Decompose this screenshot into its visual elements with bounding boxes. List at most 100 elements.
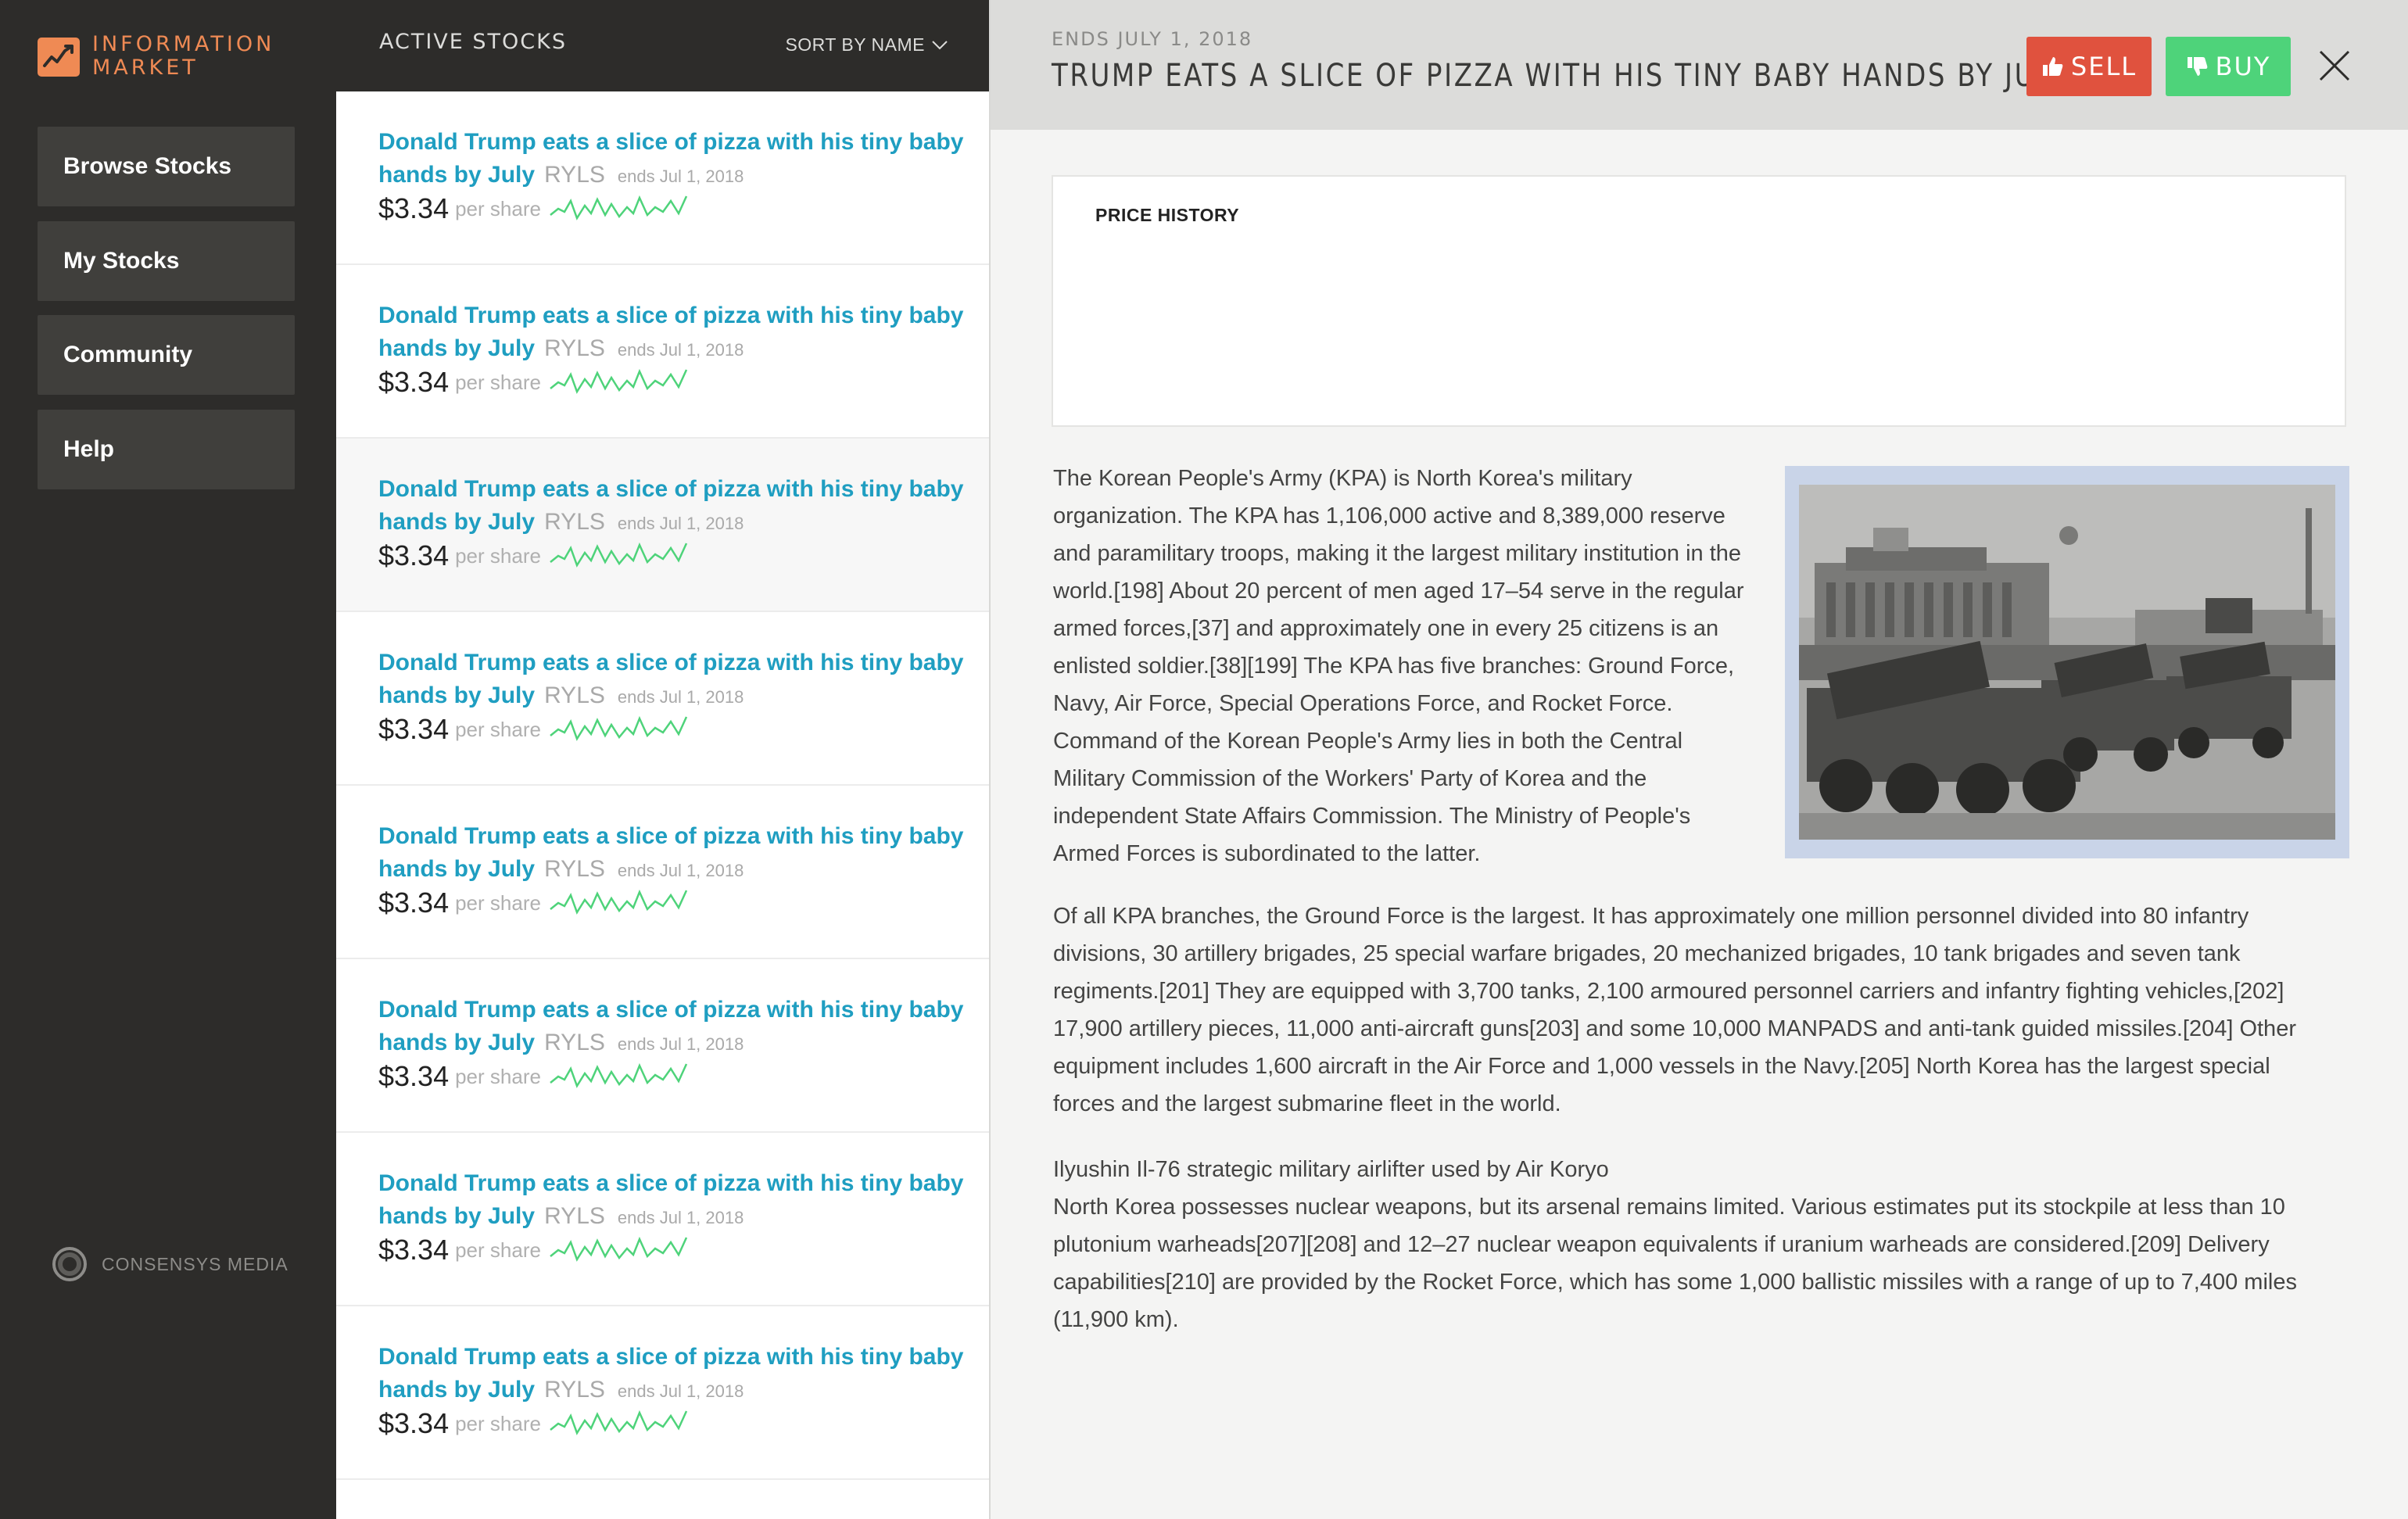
article-paragraph-3-text: North Korea possesses nuclear weapons, b… bbox=[1053, 1195, 2297, 1332]
stock-list-panel: ACTIVE STOCKS SORT BY NAME Donald Trump … bbox=[336, 0, 989, 1519]
brand-name: INFORMATION MARKET bbox=[92, 33, 274, 80]
brand-name-line2: MARKET bbox=[92, 56, 199, 80]
chevron-down-icon bbox=[932, 40, 948, 49]
stock-card[interactable]: Donald Trump eats a slice of pizza with … bbox=[336, 959, 989, 1133]
price-sparkline bbox=[550, 1410, 688, 1435]
stock-end-date: ends Jul 1, 2018 bbox=[617, 340, 744, 360]
stock-price: $3.34 bbox=[378, 539, 450, 571]
stock-card-title[interactable]: Donald Trump eats a slice of pizza with … bbox=[378, 994, 973, 1061]
stock-price: $3.34 bbox=[378, 1234, 450, 1266]
stock-end-date: ends Jul 1, 2018 bbox=[617, 687, 744, 707]
price-sparkline bbox=[550, 542, 688, 568]
stock-price: $3.34 bbox=[378, 887, 450, 919]
nav-help-button[interactable]: Help bbox=[38, 410, 295, 489]
brand-logo[interactable]: INFORMATION MARKET bbox=[38, 33, 303, 88]
article-paragraph-3: Ilyushin Il-76 strategic military airlif… bbox=[1053, 1151, 2335, 1338]
per-share-label: per share bbox=[455, 370, 541, 394]
sidebar: INFORMATION MARKET Browse Stocks My Stoc… bbox=[0, 0, 336, 1519]
stock-list-header: ACTIVE STOCKS SORT BY NAME bbox=[336, 0, 989, 91]
article-paragraph-1: The Korean People's Army (KPA) is North … bbox=[1053, 466, 1744, 866]
stock-card-title[interactable]: Donald Trump eats a slice of pizza with … bbox=[378, 126, 973, 193]
nav-community-button[interactable]: Community bbox=[38, 315, 295, 395]
stock-ticker: RYLS bbox=[544, 1377, 605, 1403]
sort-label: SORT BY NAME bbox=[785, 34, 925, 55]
buy-button[interactable]: BUY bbox=[2166, 37, 2291, 96]
per-share-label: per share bbox=[455, 890, 541, 915]
stock-price-row: $3.34 per share bbox=[378, 539, 690, 573]
nav-my-stocks-button[interactable]: My Stocks bbox=[38, 221, 295, 301]
thumbs-down-icon bbox=[2187, 57, 2207, 76]
stock-card-title[interactable]: Donald Trump eats a slice of pizza with … bbox=[378, 1341, 973, 1408]
stock-price-row: $3.34 per share bbox=[378, 1406, 690, 1441]
stock-card-title[interactable]: Donald Trump eats a slice of pizza with … bbox=[378, 647, 973, 714]
per-share-label: per share bbox=[455, 1064, 541, 1088]
stock-card[interactable]: Donald Trump eats a slice of pizza with … bbox=[336, 91, 989, 265]
price-sparkline bbox=[550, 889, 688, 915]
stock-price-row: $3.34 per share bbox=[378, 886, 690, 920]
stock-price-row: $3.34 per share bbox=[378, 712, 690, 747]
per-share-label: per share bbox=[455, 1411, 541, 1435]
price-history-title: PRICE HISTORY bbox=[1095, 205, 1240, 225]
stock-card-title[interactable]: Donald Trump eats a slice of pizza with … bbox=[378, 820, 973, 887]
stock-detail-panel: ENDS JULY 1, 2018 TRUMP EATS A SLICE OF … bbox=[989, 0, 2408, 1519]
stock-card[interactable]: Donald Trump eats a slice of pizza with … bbox=[336, 265, 989, 439]
per-share-label: per share bbox=[455, 1238, 541, 1262]
stock-ticker: RYLS bbox=[544, 856, 605, 882]
stock-card[interactable]: Donald Trump eats a slice of pizza with … bbox=[336, 1133, 989, 1306]
stock-price-row: $3.34 per share bbox=[378, 192, 690, 226]
stock-card-title[interactable]: Donald Trump eats a slice of pizza with … bbox=[378, 299, 973, 367]
article-paragraph-2: Of all KPA branches, the Ground Force is… bbox=[1053, 904, 2296, 1116]
stock-card[interactable]: Donald Trump eats a slice of pizza with … bbox=[336, 786, 989, 959]
stock-end-date: ends Jul 1, 2018 bbox=[617, 1034, 744, 1054]
per-share-label: per share bbox=[455, 543, 541, 568]
per-share-label: per share bbox=[455, 196, 541, 220]
stock-end-date: ends Jul 1, 2018 bbox=[617, 861, 744, 880]
stock-price: $3.34 bbox=[378, 1060, 450, 1092]
stock-end-date: ends Jul 1, 2018 bbox=[617, 1208, 744, 1227]
stock-detail-header: ENDS JULY 1, 2018 TRUMP EATS A SLICE OF … bbox=[991, 0, 2408, 130]
per-share-label: per share bbox=[455, 717, 541, 741]
thumbs-up-icon bbox=[2042, 57, 2063, 76]
price-sparkline bbox=[550, 195, 688, 220]
close-icon[interactable] bbox=[2317, 48, 2352, 83]
consensys-footer-label: CONSENSYS MEDIA bbox=[102, 1253, 288, 1274]
article-caption: Ilyushin Il-76 strategic military airlif… bbox=[1053, 1157, 1609, 1182]
buy-button-label: BUY bbox=[2215, 52, 2271, 81]
stock-ticker: RYLS bbox=[544, 335, 605, 361]
nav-browse-stocks-button[interactable]: Browse Stocks bbox=[38, 127, 295, 206]
stock-end-date: ends Jul 1, 2018 bbox=[617, 514, 744, 533]
stock-card[interactable]: Donald Trump eats a slice of pizza with … bbox=[336, 1306, 989, 1480]
consensys-footer[interactable]: CONSENSYS MEDIA bbox=[50, 1245, 288, 1284]
stock-ticker: RYLS bbox=[544, 509, 605, 535]
stock-detail-title: TRUMP EATS A SLICE OF PIZZA WITH HIS TIN… bbox=[1052, 58, 2068, 94]
military-parade-photo bbox=[1785, 466, 2349, 858]
stock-ticker: RYLS bbox=[544, 1030, 605, 1055]
stock-card-title[interactable]: Donald Trump eats a slice of pizza with … bbox=[378, 473, 973, 540]
price-sparkline bbox=[550, 1062, 688, 1088]
stock-card-title[interactable]: Donald Trump eats a slice of pizza with … bbox=[378, 1167, 973, 1234]
stock-price: $3.34 bbox=[378, 366, 450, 398]
stock-card[interactable]: Donald Trump eats a slice of pizza with … bbox=[336, 439, 989, 612]
stock-price-row: $3.34 per share bbox=[378, 1233, 690, 1267]
stock-end-date: ends Jul 1, 2018 bbox=[617, 167, 744, 186]
brand-name-line1: INFORMATION bbox=[92, 32, 275, 56]
price-sparkline bbox=[550, 1236, 688, 1262]
sort-dropdown[interactable]: SORT BY NAME bbox=[785, 34, 948, 56]
price-history-card: PRICE HISTORY bbox=[1052, 175, 2346, 427]
stock-list-title: ACTIVE STOCKS bbox=[379, 30, 567, 54]
stock-price-row: $3.34 per share bbox=[378, 1059, 690, 1094]
price-sparkline bbox=[550, 715, 688, 741]
price-sparkline bbox=[550, 368, 688, 394]
trending-chart-icon bbox=[38, 38, 80, 77]
stock-price-row: $3.34 per share bbox=[378, 365, 690, 399]
stock-price: $3.34 bbox=[378, 192, 450, 224]
consensys-logo-icon bbox=[52, 1247, 87, 1281]
stock-price: $3.34 bbox=[378, 1407, 450, 1439]
stock-ticker: RYLS bbox=[544, 682, 605, 708]
stock-price: $3.34 bbox=[378, 713, 450, 745]
sell-button[interactable]: SELL bbox=[2026, 37, 2152, 96]
stock-ticker: RYLS bbox=[544, 162, 605, 188]
sell-button-label: SELL bbox=[2070, 52, 2137, 81]
stock-card[interactable]: Donald Trump eats a slice of pizza with … bbox=[336, 612, 989, 786]
stock-end-date: ends Jul 1, 2018 bbox=[617, 1381, 744, 1401]
